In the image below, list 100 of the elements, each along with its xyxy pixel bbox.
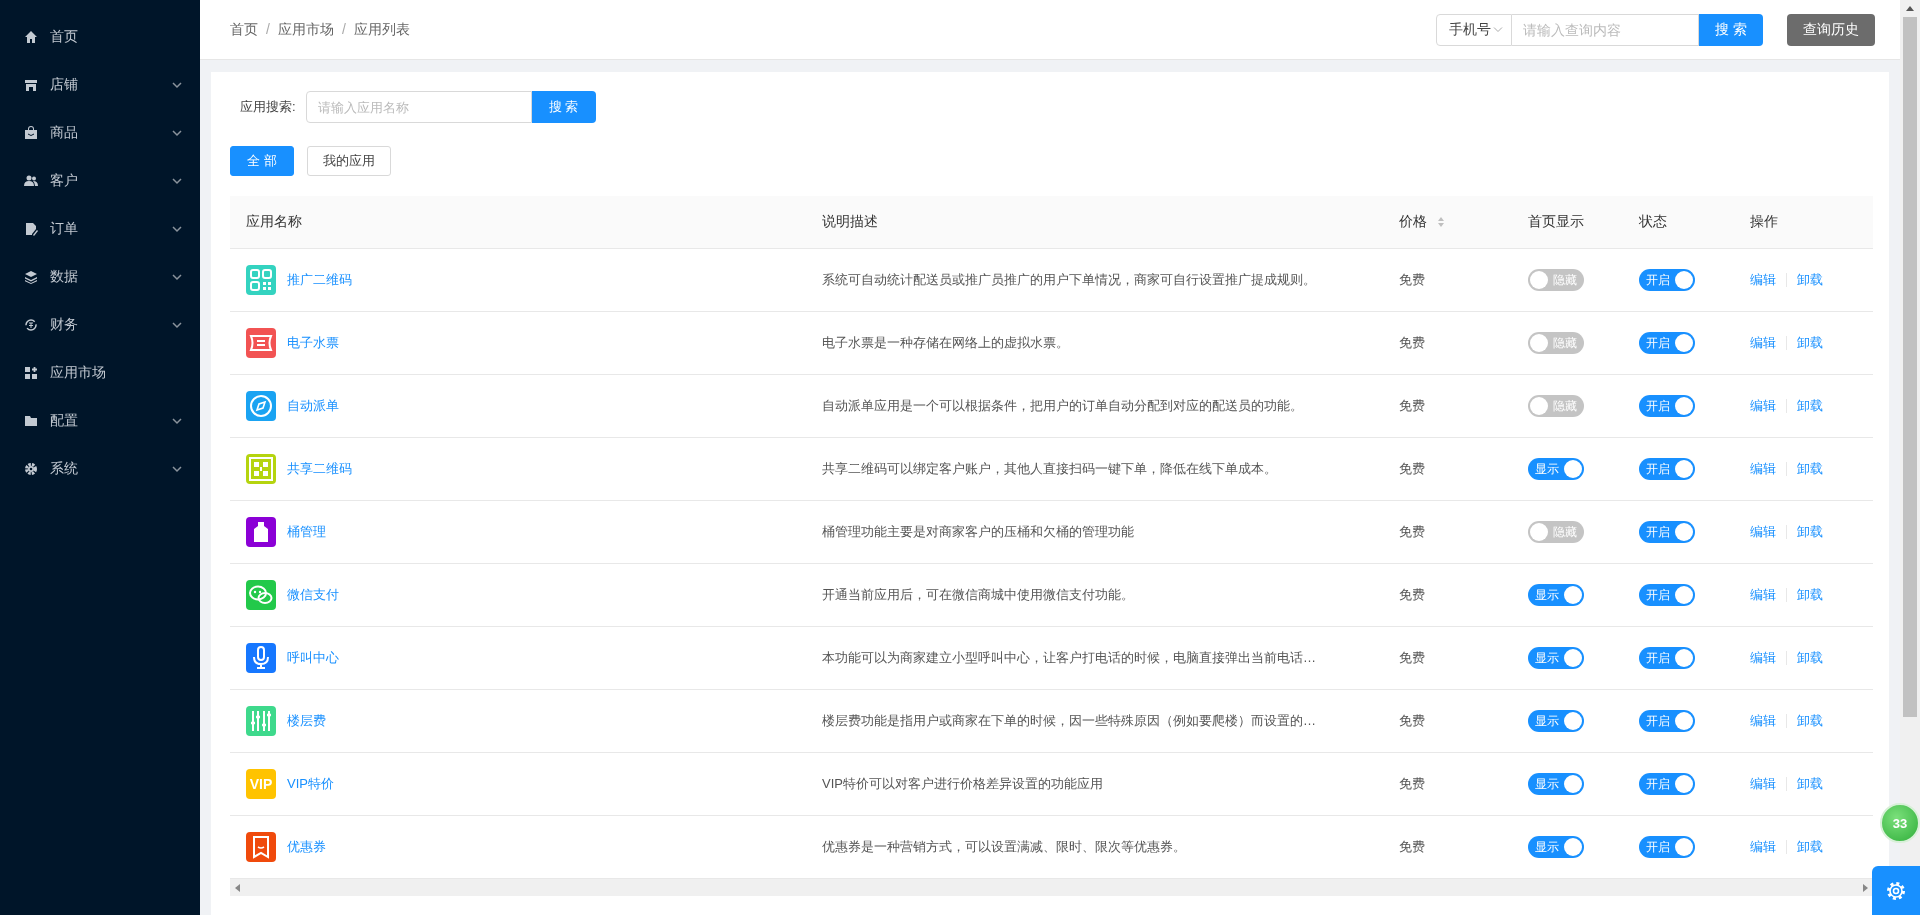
store-icon <box>24 78 38 92</box>
app-name-link[interactable]: 楼层费 <box>287 712 326 730</box>
scroll-up-arrow-icon[interactable] <box>1906 6 1914 11</box>
app-name-link[interactable]: 优惠券 <box>287 838 326 856</box>
horizontal-scrollbar[interactable] <box>230 879 1873 896</box>
description-text: 系统可自动统计配送员或推广员推广的用户下单情况，商家可自行设置推广提成规则。 <box>822 271 1316 289</box>
query-history-button[interactable]: 查询历史 <box>1787 13 1875 46</box>
app-name-link[interactable]: 桶管理 <box>287 523 326 541</box>
layers-icon <box>24 270 38 284</box>
chevron-down-icon <box>172 225 182 233</box>
price-text: 免费 <box>1399 334 1425 352</box>
description-text: 桶管理功能主要是对商家客户的压桶和欠桶的管理功能 <box>822 523 1134 541</box>
toggle-switch[interactable]: 开启 <box>1639 395 1695 417</box>
price-text: 免费 <box>1399 838 1425 856</box>
price-text: 免费 <box>1399 775 1425 793</box>
edit-link[interactable]: 编辑 <box>1750 586 1776 604</box>
search-button[interactable]: 搜 索 <box>1699 13 1763 46</box>
uninstall-link[interactable]: 卸载 <box>1797 775 1823 793</box>
grid-icon <box>24 366 38 380</box>
uninstall-link[interactable]: 卸载 <box>1797 649 1823 667</box>
breadcrumb-separator: / <box>341 20 346 39</box>
column-header: 说明描述 <box>822 213 878 231</box>
sidebar-menu-item[interactable]: 应用市场 <box>0 349 200 397</box>
toggle-switch[interactable]: 开启 <box>1639 458 1695 480</box>
sidebar-menu-item[interactable]: 首页 <box>0 13 200 61</box>
app-name-link[interactable]: 自动派单 <box>287 397 339 415</box>
uninstall-link[interactable]: 卸载 <box>1797 271 1823 289</box>
uninstall-link[interactable]: 卸载 <box>1797 523 1823 541</box>
edit-link[interactable]: 编辑 <box>1750 334 1776 352</box>
app-name-link[interactable]: 微信支付 <box>287 586 339 604</box>
filter-tab[interactable]: 我的应用 <box>307 146 391 176</box>
edit-link[interactable]: 编辑 <box>1750 460 1776 478</box>
uninstall-link[interactable]: 卸载 <box>1797 838 1823 856</box>
toggle-switch[interactable]: 开启 <box>1639 710 1695 732</box>
sidebar-menu-item[interactable]: 财务 <box>0 301 200 349</box>
app-name-link[interactable]: 电子水票 <box>287 334 339 352</box>
column-header: 状态 <box>1639 213 1667 231</box>
users-icon <box>24 174 38 188</box>
edit-link[interactable]: 编辑 <box>1750 523 1776 541</box>
toggle-switch[interactable]: 显示 <box>1528 710 1584 732</box>
query-input-field[interactable]: 请输入查询内容 <box>1512 13 1699 46</box>
toggle-switch[interactable]: 开启 <box>1639 269 1695 291</box>
toggle-switch[interactable]: 开启 <box>1639 836 1695 858</box>
sidebar-menu-item[interactable]: 订单 <box>0 205 200 253</box>
chevron-down-icon <box>172 465 182 473</box>
uninstall-link[interactable]: 卸载 <box>1797 586 1823 604</box>
edit-link[interactable]: 编辑 <box>1750 397 1776 415</box>
app-name-link[interactable]: 呼叫中心 <box>287 649 339 667</box>
price-text: 免费 <box>1399 712 1425 730</box>
uninstall-link[interactable]: 卸载 <box>1797 712 1823 730</box>
edit-link[interactable]: 编辑 <box>1750 775 1776 793</box>
breadcrumb-separator: / <box>266 20 270 39</box>
breadcrumb-current: 应用列表 <box>353 20 410 39</box>
price-text: 免费 <box>1399 649 1425 667</box>
query-type-dropdown[interactable]: 手机号 <box>1436 13 1512 46</box>
toggle-switch[interactable]: 显示 <box>1528 584 1584 606</box>
edit-link[interactable]: 编辑 <box>1750 838 1776 856</box>
app-name-link[interactable]: 推广二维码 <box>287 271 352 289</box>
settings-icon <box>24 462 38 476</box>
sort-icon[interactable] <box>1437 216 1445 228</box>
toggle-switch[interactable]: 开启 <box>1639 521 1695 543</box>
sidebar-menu-item[interactable]: 配置 <box>0 397 200 445</box>
field-label: 应用搜索: <box>240 98 296 116</box>
filter-tab[interactable]: 全 部 <box>230 146 294 176</box>
uninstall-link[interactable]: 卸载 <box>1797 334 1823 352</box>
toggle-switch[interactable]: 开启 <box>1639 773 1695 795</box>
toggle-switch[interactable]: 显示 <box>1528 458 1584 480</box>
sidebar-menu-item[interactable]: 商品 <box>0 109 200 157</box>
settings-button[interactable] <box>1872 866 1920 915</box>
money-cycle-icon <box>24 318 38 332</box>
sidebar-menu-item[interactable]: 客户 <box>0 157 200 205</box>
toggle-switch[interactable]: 开启 <box>1639 647 1695 669</box>
toggle-switch[interactable]: 开启 <box>1639 332 1695 354</box>
column-header: 应用名称 <box>246 213 302 231</box>
chevron-down-icon <box>172 177 182 185</box>
toggle-switch[interactable]: 开启 <box>1639 584 1695 606</box>
breadcrumb-link[interactable]: 应用市场 <box>277 20 334 39</box>
search-button[interactable]: 搜 索 <box>531 91 596 123</box>
app-name-link[interactable]: 共享二维码 <box>287 460 352 478</box>
column-header: 价格 <box>1399 213 1427 231</box>
price-text: 免费 <box>1399 586 1425 604</box>
uninstall-link[interactable]: 卸载 <box>1797 460 1823 478</box>
edit-link[interactable]: 编辑 <box>1750 271 1776 289</box>
sidebar-menu-item[interactable]: 店铺 <box>0 61 200 109</box>
column-header: 首页显示 <box>1528 213 1584 231</box>
edit-link[interactable]: 编辑 <box>1750 649 1776 667</box>
sidebar-menu-item[interactable]: 数据 <box>0 253 200 301</box>
description-text: VIP特价可以对客户进行价格差异设置的功能应用 <box>822 775 1103 793</box>
toggle-switch[interactable]: 显示 <box>1528 773 1584 795</box>
sidebar-menu-item[interactable]: 系统 <box>0 445 200 493</box>
uninstall-link[interactable]: 卸载 <box>1797 397 1823 415</box>
edit-link[interactable]: 编辑 <box>1750 712 1776 730</box>
app-search-field[interactable]: 请输入应用名称 <box>305 91 532 123</box>
scroll-left-arrow-icon[interactable] <box>235 883 240 892</box>
description-text: 共享二维码可以绑定客户账户，其他人直接扫码一键下单，降低在线下单成本。 <box>822 460 1277 478</box>
toggle-switch[interactable]: 显示 <box>1528 647 1584 669</box>
toggle-switch[interactable]: 显示 <box>1528 836 1584 858</box>
scroll-right-arrow-icon[interactable] <box>1863 883 1868 892</box>
app-name-link[interactable]: VIP特价 <box>287 775 334 793</box>
breadcrumb-link[interactable]: 首页 <box>230 20 258 39</box>
